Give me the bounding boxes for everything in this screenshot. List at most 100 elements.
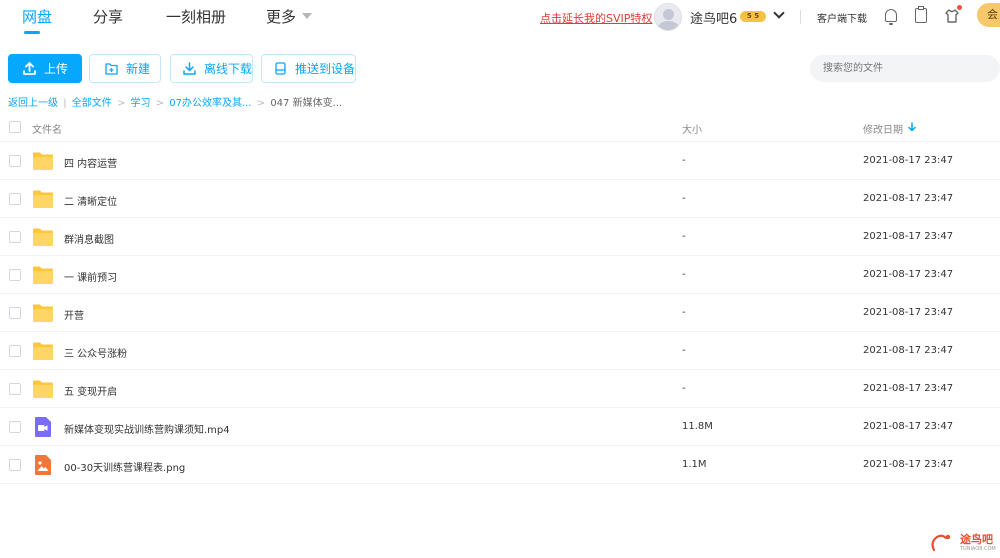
sort-down-icon[interactable]: [907, 122, 917, 132]
row-checkbox[interactable]: [9, 269, 21, 281]
folder-icon: [33, 228, 53, 246]
table-row[interactable]: 四 内容运营 - 2021-08-17 23:47: [0, 142, 1000, 180]
breadcrumb-office[interactable]: 07办公效率及其...: [169, 98, 251, 109]
file-size: -: [682, 155, 686, 166]
nav-tab-more[interactable]: 更多: [266, 6, 296, 27]
file-name[interactable]: 群消息截图: [64, 231, 114, 246]
more-caret-icon[interactable]: [302, 13, 312, 19]
bell-icon[interactable]: [885, 9, 897, 22]
table-row[interactable]: 二 清晰定位 - 2021-08-17 23:47: [0, 180, 1000, 218]
row-checkbox[interactable]: [9, 193, 21, 205]
row-checkbox[interactable]: [9, 307, 21, 319]
table-row[interactable]: 新媒体变现实战训练营购课须知.mp4 11.8M 2021-08-17 23:47: [0, 408, 1000, 446]
column-date-header[interactable]: 修改日期: [863, 121, 903, 136]
search-input[interactable]: [810, 55, 1000, 82]
file-name[interactable]: 四 内容运营: [64, 155, 117, 170]
table-row[interactable]: 群消息截图 - 2021-08-17 23:47: [0, 218, 1000, 256]
video-file-icon: [35, 417, 51, 437]
watermark-text: 途鸟吧: [960, 533, 993, 546]
file-size: -: [682, 231, 686, 242]
file-name[interactable]: 三 公众号涨粉: [64, 345, 127, 360]
upload-label: 上传: [44, 62, 69, 76]
membership-button[interactable]: 会: [977, 3, 1000, 27]
breadcrumb-separator: >: [116, 98, 126, 109]
file-date: 2021-08-17 23:47: [863, 421, 954, 432]
file-name[interactable]: 00-30天训练营课程表.png: [64, 459, 185, 474]
nav-tab-album[interactable]: 一刻相册: [166, 6, 226, 27]
image-file-icon: [35, 455, 51, 475]
chevron-down-icon[interactable]: [773, 7, 785, 19]
file-date: 2021-08-17 23:47: [863, 269, 954, 280]
row-checkbox[interactable]: [9, 383, 21, 395]
file-list: 文件名 大小 修改日期 四 内容运营 - 2021-08-17 23:47 二 清晰定…: [0, 112, 1000, 484]
file-size: 11.8M: [682, 421, 713, 432]
file-date: 2021-08-17 23:47: [863, 307, 954, 318]
table-row[interactable]: 五 变现开启 - 2021-08-17 23:47: [0, 370, 1000, 408]
clipboard-icon[interactable]: [915, 8, 927, 23]
file-name[interactable]: 开营: [64, 307, 84, 322]
push-to-device-button[interactable]: 推送到设备: [261, 54, 356, 83]
vip-level-badge: 5 5: [740, 11, 766, 22]
row-checkbox[interactable]: [9, 155, 21, 167]
folder-icon: [33, 266, 53, 284]
file-name[interactable]: 五 变现开启: [64, 383, 117, 398]
offline-download-button[interactable]: 离线下载: [170, 54, 253, 83]
notification-dot: [957, 5, 962, 10]
select-all-checkbox[interactable]: [9, 121, 21, 133]
table-row[interactable]: 三 公众号涨粉 - 2021-08-17 23:47: [0, 332, 1000, 370]
folder-icon: [33, 190, 53, 208]
shirt-icon[interactable]: [945, 9, 959, 23]
file-size: -: [682, 193, 686, 204]
folder-icon: [33, 380, 53, 398]
file-name[interactable]: 一 课前预习: [64, 269, 117, 284]
file-name[interactable]: 二 清晰定位: [64, 193, 117, 208]
push-to-device-label: 推送到设备: [294, 62, 355, 76]
bell-icon-clapper: [889, 23, 893, 25]
file-size: -: [682, 383, 686, 394]
row-checkbox[interactable]: [9, 231, 21, 243]
breadcrumb-back[interactable]: 返回上一级: [8, 98, 58, 109]
nav-tab-netdisk[interactable]: 网盘: [22, 6, 52, 27]
file-date: 2021-08-17 23:47: [863, 383, 954, 394]
svip-renew-link[interactable]: 点击延长我的SVIP特权: [540, 10, 652, 26]
new-folder-button[interactable]: 新建: [89, 54, 161, 83]
top-navigation-bar: 网盘 分享 一刻相册 更多 点击延长我的SVIP特权 途鸟吧6 5 5 客户端下…: [0, 0, 1000, 40]
row-checkbox[interactable]: [9, 459, 21, 471]
file-size: 1.1M: [682, 459, 707, 470]
file-date: 2021-08-17 23:47: [863, 155, 954, 166]
nav-tab-share[interactable]: 分享: [93, 6, 123, 27]
folder-icon: [33, 152, 53, 170]
folder-icon: [33, 304, 53, 322]
toolbar: 上传 新建 离线下载 推送到设备: [0, 52, 1000, 86]
table-row[interactable]: 一 课前预习 - 2021-08-17 23:47: [0, 256, 1000, 294]
breadcrumb: 返回上一级 | 全部文件 > 学习 > 07办公效率及其... > 047 新媒…: [8, 94, 344, 109]
file-name[interactable]: 新媒体变现实战训练营购课须知.mp4: [64, 421, 230, 436]
file-date: 2021-08-17 23:47: [863, 231, 954, 242]
breadcrumb-separator: >: [256, 98, 266, 109]
client-download-link[interactable]: 客户端下载: [817, 10, 867, 25]
upload-icon: [23, 62, 36, 75]
device-icon: [275, 62, 286, 75]
column-size-header[interactable]: 大小: [682, 121, 702, 136]
table-row[interactable]: 开营 - 2021-08-17 23:47: [0, 294, 1000, 332]
divider: [800, 10, 801, 24]
avatar[interactable]: [654, 3, 682, 31]
offline-download-label: 离线下载: [203, 62, 252, 76]
username[interactable]: 途鸟吧6: [690, 8, 737, 27]
file-size: -: [682, 345, 686, 356]
file-date: 2021-08-17 23:47: [863, 459, 954, 470]
column-name-header[interactable]: 文件名: [32, 121, 62, 136]
folder-icon: [33, 342, 53, 360]
row-checkbox[interactable]: [9, 345, 21, 357]
table-row[interactable]: 00-30天训练营课程表.png 1.1M 2021-08-17 23:47: [0, 446, 1000, 484]
new-label: 新建: [126, 62, 151, 76]
new-folder-icon: [105, 63, 118, 75]
upload-button[interactable]: 上传: [8, 54, 82, 83]
file-size: -: [682, 269, 686, 280]
breadcrumb-study[interactable]: 学习: [131, 98, 151, 109]
breadcrumb-all-files[interactable]: 全部文件: [72, 98, 112, 109]
file-size: -: [682, 307, 686, 318]
download-icon: [183, 62, 196, 75]
row-checkbox[interactable]: [9, 421, 21, 433]
breadcrumb-current: 047 新媒体变...: [270, 98, 343, 109]
